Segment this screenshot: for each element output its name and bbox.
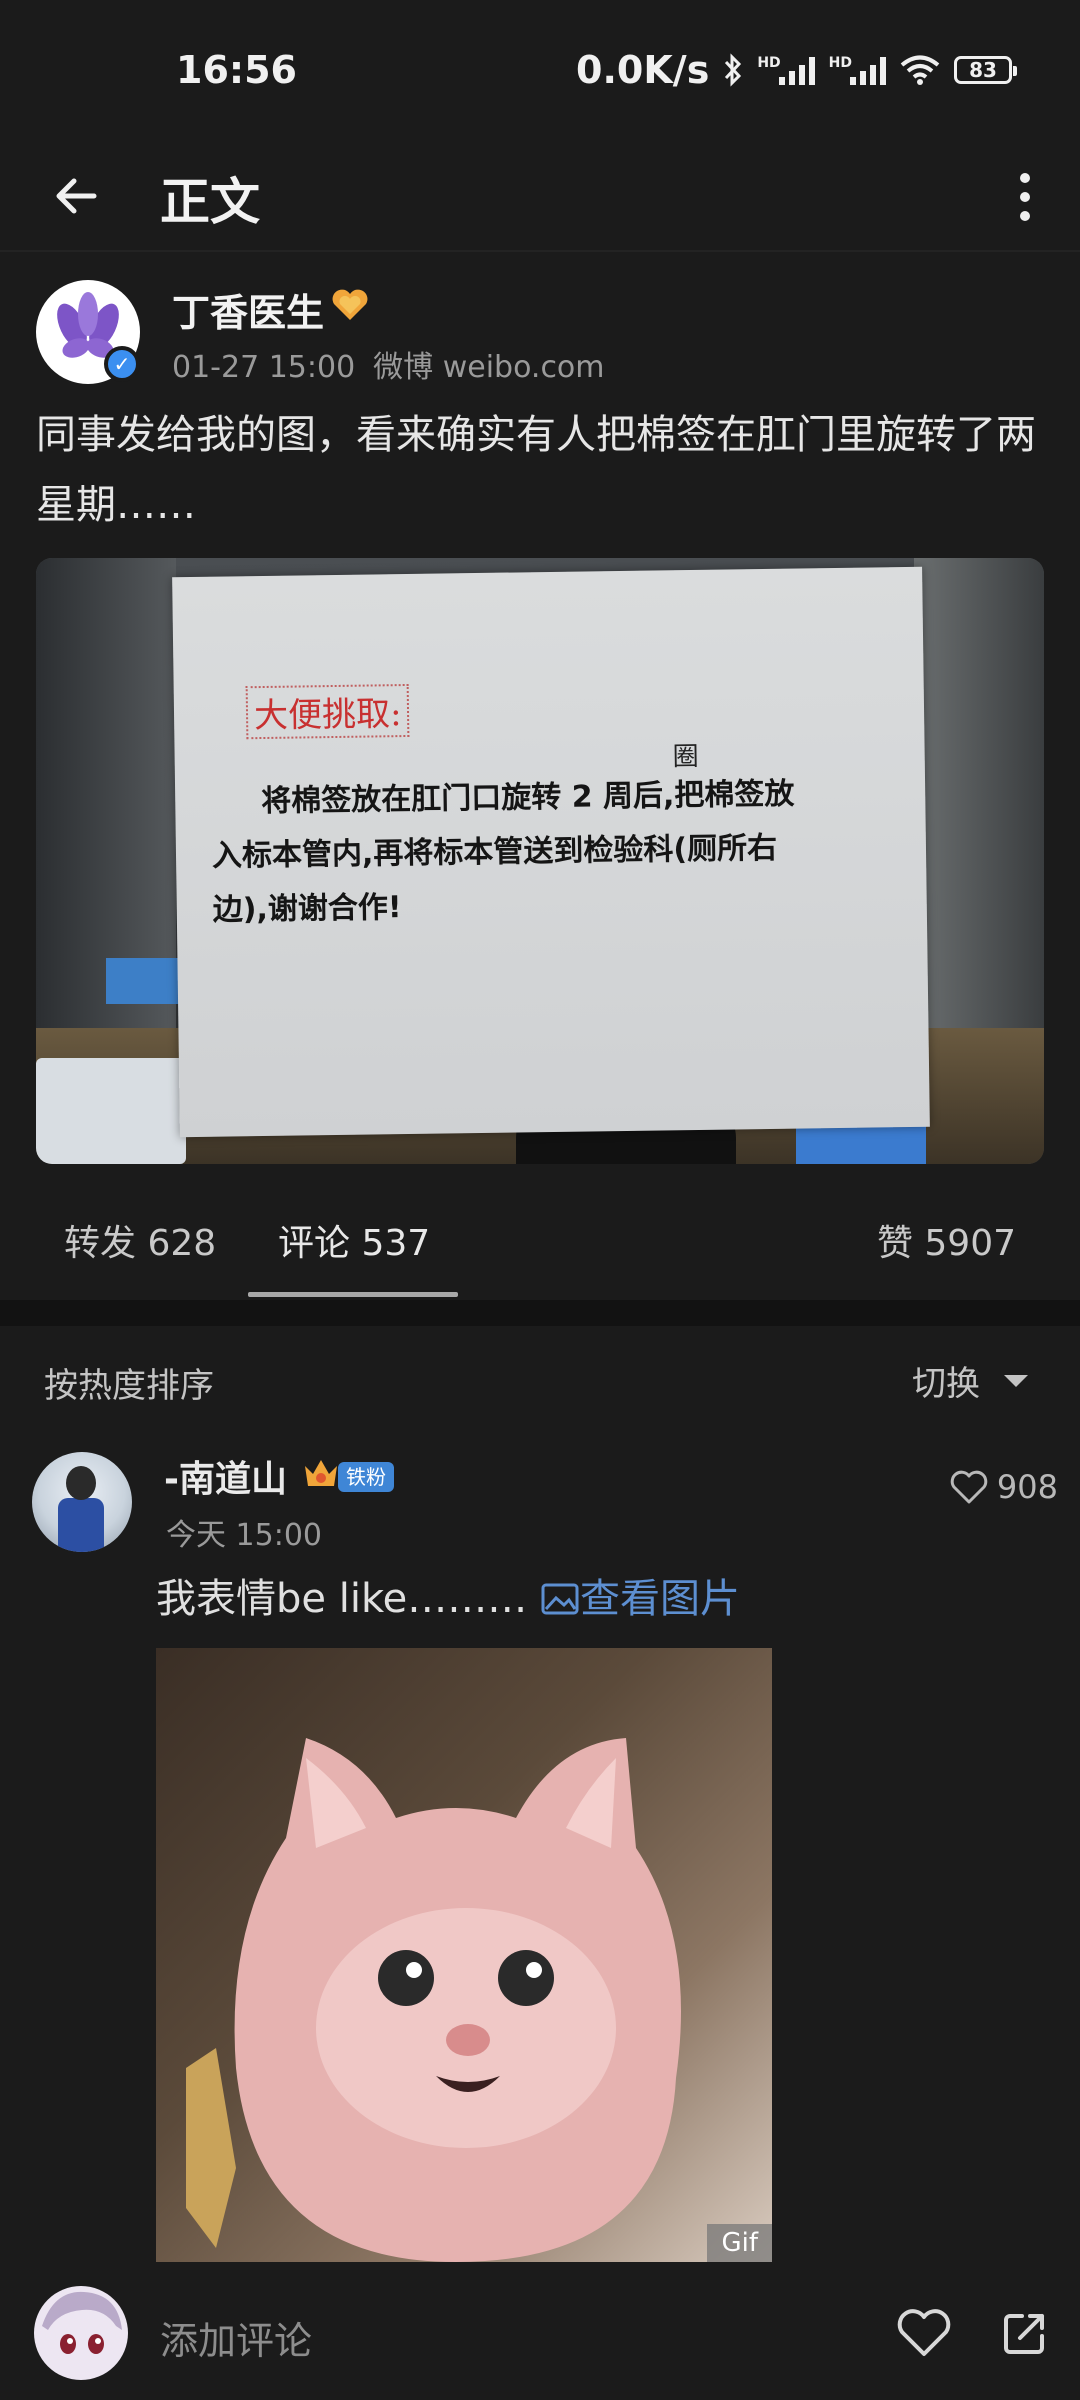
comment-time: 今天 15:00 (166, 1518, 322, 1553)
notice-line-2: 入标本管内,再将标本管送到检验科(厕所右 (211, 830, 778, 874)
commenter-name[interactable]: -南道山 (164, 1450, 287, 1502)
view-image-link[interactable]: 查看图片 (540, 1576, 740, 1622)
like-tab[interactable]: 赞 5907 (877, 1214, 1016, 1266)
post-text: 同事发给我的图，看来确实有人把棉签在肛门里旋转了两星期…… (36, 412, 1036, 528)
add-comment-input[interactable]: 添加评论 (160, 2310, 312, 2365)
comment-tab[interactable]: 评论 537 (278, 1214, 430, 1266)
fan-badge: 铁粉 (338, 1462, 394, 1492)
status-time: 16:56 (176, 48, 297, 92)
more-menu-icon[interactable] (1000, 162, 1050, 232)
comment-like-count: 908 (996, 1468, 1058, 1506)
comment-body: 我表情be like……… (156, 1576, 528, 1622)
battery-icon: 83 (954, 56, 1017, 84)
dropdown-triangle-icon (1004, 1374, 1028, 1387)
notice-heading: 大便挑取: (245, 683, 410, 740)
top-divider (0, 250, 1080, 252)
crown-badge-icon (305, 1460, 337, 1486)
comment-item: -南道山 铁粉 今天 15:00 908 我表情be like……… 查看图片 (0, 1430, 1080, 2280)
post-meta: 01-27 15:00 微博 weibo.com (172, 342, 605, 386)
bluetooth-icon (725, 53, 742, 87)
active-tab-indicator (248, 1292, 458, 1297)
view-image-label: 查看图片 (580, 1576, 741, 1622)
bottom-comment-bar: 添加评论 (0, 2280, 1080, 2400)
net-speed: 0.0K/s (576, 48, 710, 92)
wifi-icon (900, 55, 940, 85)
section-separator (0, 1300, 1080, 1326)
comment-like-button[interactable]: 908 (949, 1468, 1058, 1506)
commenter-avatar[interactable] (32, 1452, 132, 1552)
page-title: 正文 (160, 173, 260, 231)
heart-outline-icon (950, 1470, 988, 1504)
status-icons: 0.0K/s HD HD 83 (576, 48, 1017, 92)
sort-label: 按热度排序 (44, 1366, 214, 1406)
post-image[interactable]: 大便挑取: 圈 将棉签放在肛门口旋转 2 周后,把棉签放 入标本管内,再将标本管… (36, 558, 1044, 1164)
photo-paper-notice: 大便挑取: 圈 将棉签放在肛门口旋转 2 周后,把棉签放 入标本管内,再将标本管… (172, 566, 930, 1138)
back-arrow-icon[interactable] (48, 168, 104, 224)
anime-avatar-image (42, 2291, 122, 2354)
notice-handwritten: 圈 (672, 741, 699, 773)
author-name[interactable]: 丁香医生 (172, 282, 324, 337)
signal-icon-2: HD (829, 55, 886, 85)
comment-gif[interactable]: Gif (156, 1648, 772, 2262)
my-avatar[interactable] (34, 2286, 128, 2380)
photo-printer (36, 1058, 186, 1164)
signal-icon-1: HD (757, 55, 815, 85)
post-stats-bar: 转发 628 评论 537 赞 5907 (0, 1170, 1080, 1300)
status-bar: 16:56 0.0K/s HD HD 83 (0, 0, 1080, 140)
comment-text: 我表情be like……… 查看图片 (156, 1566, 740, 1624)
pink-fox-plush-image (186, 1738, 682, 2262)
notice-line-3: 边),谢谢合作! (212, 890, 402, 928)
repost-tab[interactable]: 转发 628 (64, 1214, 216, 1266)
sort-bar: 按热度排序 切换 (0, 1326, 1080, 1430)
post-date: 01-27 15:00 (172, 350, 356, 385)
sort-switch-button[interactable]: 切换 (912, 1356, 1028, 1405)
gif-badge: Gif (707, 2224, 772, 2262)
like-heart-icon[interactable] (896, 2308, 952, 2358)
share-icon[interactable] (1000, 2308, 1050, 2358)
image-icon (541, 1583, 579, 1615)
notice-line-1: 将棉签放在肛门口旋转 2 周后,把棉签放 (261, 776, 795, 820)
verified-badge-icon: ✓ (104, 346, 140, 382)
sort-switch-label: 切换 (912, 1364, 980, 1404)
post-header: ✓ 丁香医生 01-27 15:00 微博 weibo.com (36, 280, 1036, 390)
top-bar: 正文 (0, 140, 1080, 252)
post-source: 微博 weibo.com (373, 350, 605, 385)
author-heart-badge-icon (332, 289, 368, 320)
